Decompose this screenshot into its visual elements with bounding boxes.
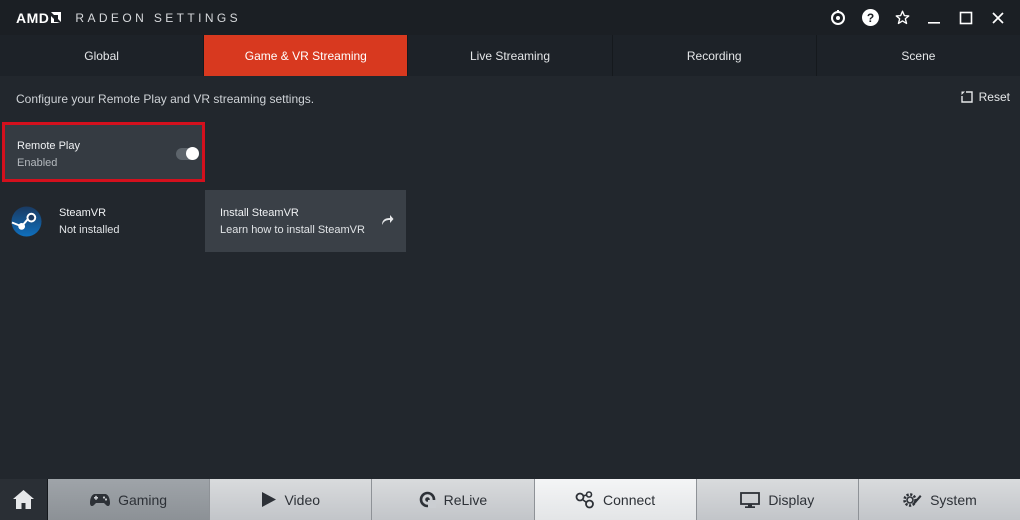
- tab-live-streaming[interactable]: Live Streaming: [408, 35, 612, 76]
- amd-logo: AMD: [16, 9, 62, 26]
- system-gear-icon: [903, 492, 922, 507]
- app-title: RADEON SETTINGS: [75, 10, 242, 25]
- nav-relive-label: ReLive: [443, 491, 488, 508]
- toggle-knob: [186, 147, 199, 160]
- minimize-icon: [928, 21, 940, 24]
- install-steamvr-card[interactable]: Install SteamVR Learn how to install Ste…: [205, 190, 406, 252]
- remote-play-title: Remote Play: [17, 140, 80, 152]
- amd-logo-text: AMD: [16, 9, 50, 26]
- page-description: Configure your Remote Play and VR stream…: [16, 92, 315, 106]
- nav-display-label: Display: [768, 491, 815, 508]
- play-icon: [262, 492, 277, 507]
- nav-system-label: System: [930, 491, 977, 508]
- home-icon: [13, 490, 34, 509]
- tab-recording[interactable]: Recording: [612, 35, 816, 76]
- connect-icon: [575, 490, 594, 508]
- brand: AMD RADEON SETTINGS: [16, 10, 241, 26]
- bottom-nav: Gaming Video ReLive Connect Display Syst…: [0, 479, 1020, 520]
- close-button[interactable]: [982, 2, 1014, 34]
- nav-video[interactable]: Video: [210, 479, 373, 520]
- nav-connect[interactable]: Connect: [534, 479, 697, 520]
- install-steamvr-title: Install SteamVR: [220, 207, 299, 219]
- nav-relive[interactable]: ReLive: [372, 479, 535, 520]
- nav-video-label: Video: [284, 491, 321, 508]
- star-icon: [895, 10, 909, 25]
- tab-game-vr-streaming[interactable]: Game & VR Streaming: [204, 35, 408, 76]
- minimize-button[interactable]: [918, 2, 950, 34]
- help-icon: ?: [861, 9, 879, 26]
- window-controls: ?: [822, 0, 1014, 35]
- remote-play-toggle[interactable]: [176, 147, 199, 160]
- nav-connect-label: Connect: [603, 491, 656, 508]
- nav-gaming-label: Gaming: [118, 491, 168, 508]
- top-tabs: Global Game & VR Streaming Live Streamin…: [0, 35, 1020, 76]
- steamvr-status: SteamVR Not installed: [0, 190, 204, 252]
- relive-icon: [419, 491, 436, 508]
- help-button[interactable]: ?: [854, 2, 886, 34]
- steamvr-status-text: Not installed: [59, 224, 120, 236]
- nav-gaming[interactable]: Gaming: [48, 479, 211, 520]
- remote-play-status: Enabled: [17, 157, 58, 169]
- steamvr-title: SteamVR: [59, 207, 107, 219]
- svg-text:?: ?: [866, 11, 873, 25]
- maximize-icon: [959, 11, 973, 24]
- close-icon: [992, 11, 1004, 24]
- reset-button[interactable]: Reset: [960, 90, 1010, 104]
- steam-logo-icon: [11, 206, 42, 237]
- tab-scene[interactable]: Scene: [816, 35, 1020, 76]
- reset-icon: [960, 91, 973, 103]
- tab-global[interactable]: Global: [0, 35, 204, 76]
- share-arrow-icon: [382, 215, 394, 225]
- favorite-button[interactable]: [886, 2, 918, 34]
- install-steamvr-subtitle: Learn how to install SteamVR: [220, 224, 365, 236]
- remote-play-card[interactable]: Remote Play Enabled: [2, 122, 205, 182]
- display-icon: [740, 491, 761, 508]
- title-bar: AMD RADEON SETTINGS ?: [0, 0, 1020, 35]
- update-icon: [831, 9, 845, 25]
- nav-system[interactable]: System: [858, 479, 1020, 520]
- nav-display[interactable]: Display: [696, 479, 859, 520]
- update-button[interactable]: [822, 2, 854, 34]
- amd-arrow-icon: [51, 12, 62, 23]
- maximize-button[interactable]: [950, 2, 982, 34]
- home-button[interactable]: [0, 479, 48, 520]
- gamepad-icon: [90, 493, 111, 506]
- reset-label: Reset: [978, 90, 1010, 104]
